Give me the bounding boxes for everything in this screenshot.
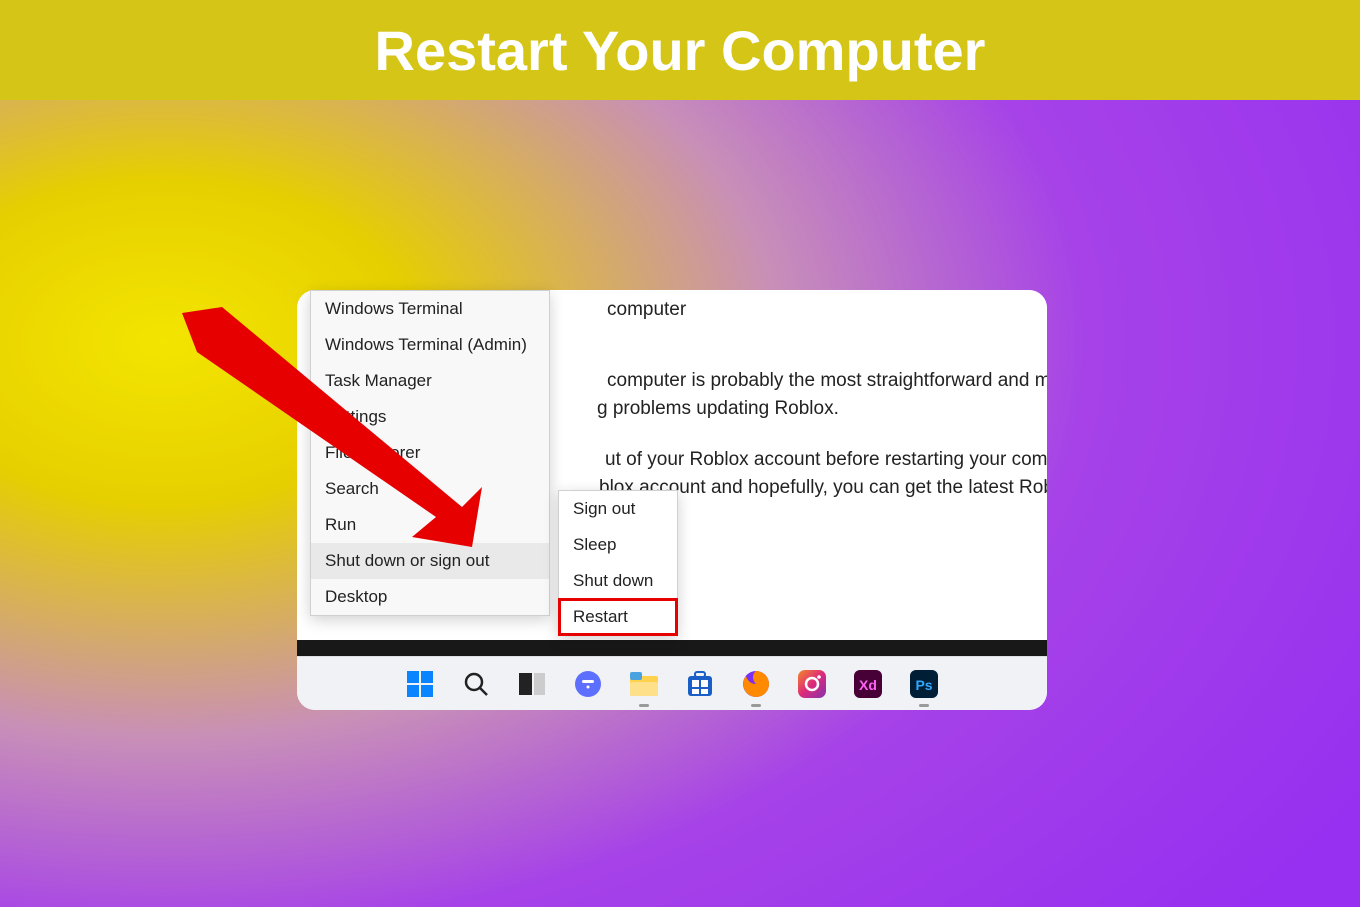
title-banner: Restart Your Computer [0, 0, 1360, 100]
doc-fragment: computer [607, 296, 1047, 325]
menu-item-desktop[interactable]: Desktop [311, 579, 549, 615]
firefox-icon[interactable] [741, 669, 771, 699]
chat-icon[interactable] [573, 669, 603, 699]
doc-fragment: computer is probably the most straightfo… [607, 367, 1047, 396]
taskbar-shadow-strip [297, 640, 1047, 656]
menu-item-windows-terminal[interactable]: Windows Terminal [311, 291, 549, 327]
pinned-indicator [919, 704, 929, 707]
store-icon[interactable] [685, 669, 715, 699]
search-icon[interactable] [461, 669, 491, 699]
submenu-item-restart[interactable]: Restart [559, 599, 677, 635]
banner-title: Restart Your Computer [375, 18, 986, 83]
doc-fragment: ut of your Roblox account before restart… [605, 446, 1047, 475]
explorer-icon[interactable] [629, 669, 659, 699]
taskbar: Xd Ps [297, 656, 1047, 710]
doc-fragment: g problems updating Roblox. [597, 395, 1047, 424]
instagram-icon[interactable] [797, 669, 827, 699]
menu-item-task-manager[interactable]: Task Manager [311, 363, 549, 399]
start-icon[interactable] [405, 669, 435, 699]
xd-icon[interactable]: Xd [853, 669, 883, 699]
submenu-item-shut-down[interactable]: Shut down [559, 563, 677, 599]
svg-text:Xd: Xd [859, 677, 877, 693]
svg-text:Ps: Ps [915, 677, 932, 693]
menu-item-run[interactable]: Run [311, 507, 549, 543]
menu-item-windows-terminal-admin[interactable]: Windows Terminal (Admin) [311, 327, 549, 363]
pinned-indicator [639, 704, 649, 707]
power-submenu: Sign out Sleep Shut down Restart [558, 490, 678, 636]
photoshop-icon[interactable]: Ps [909, 669, 939, 699]
winx-context-menu: Windows Terminal Windows Terminal (Admin… [310, 290, 550, 616]
menu-item-file-explorer[interactable]: File Explorer [311, 435, 549, 471]
menu-item-search[interactable]: Search [311, 471, 549, 507]
submenu-item-sign-out[interactable]: Sign out [559, 491, 677, 527]
menu-item-shut-down-or-sign-out[interactable]: Shut down or sign out [311, 543, 549, 579]
submenu-item-sleep[interactable]: Sleep [559, 527, 677, 563]
gradient-background: computer computer is probably the most s… [0, 100, 1360, 907]
taskview-icon[interactable] [517, 669, 547, 699]
menu-item-settings[interactable]: Settings [311, 399, 549, 435]
pinned-indicator [751, 704, 761, 707]
